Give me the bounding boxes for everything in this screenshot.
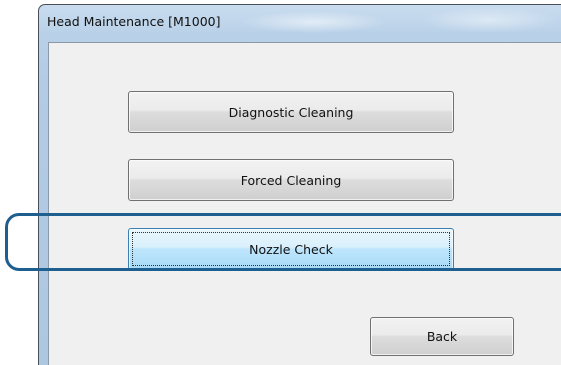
screenshot-stage: Head Maintenance [M1000] Diagnostic Clea… [0, 0, 561, 365]
head-maintenance-dialog: Head Maintenance [M1000] Diagnostic Clea… [38, 4, 561, 365]
nozzle-check-label: Nozzle Check [249, 241, 333, 257]
diagnostic-cleaning-button[interactable]: Diagnostic Cleaning [128, 91, 454, 133]
back-button[interactable]: Back [370, 317, 514, 356]
dialog-client-area: Diagnostic Cleaning Forced Cleaning Nozz… [48, 42, 561, 365]
window-title: Head Maintenance [M1000] [47, 14, 221, 29]
forced-cleaning-button[interactable]: Forced Cleaning [128, 159, 454, 201]
nozzle-check-button[interactable]: Nozzle Check [128, 228, 454, 270]
